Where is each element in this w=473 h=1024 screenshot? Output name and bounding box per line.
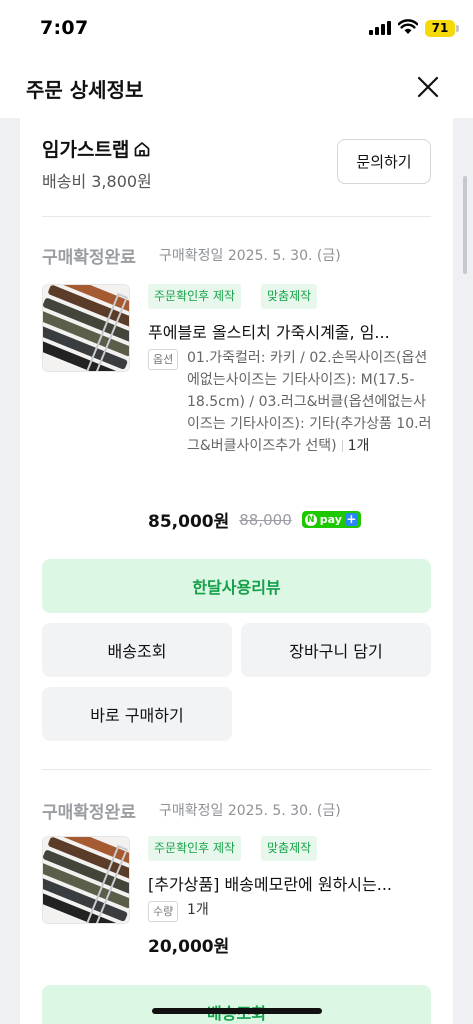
home-indicator	[152, 1008, 322, 1014]
seller-name[interactable]: 임가스트랩	[42, 135, 151, 162]
badge-custom: 맞춤제작	[261, 284, 318, 309]
add-to-cart-button[interactable]: 장바구니 담기	[241, 623, 431, 677]
badge-custom: 맞춤제작	[261, 836, 318, 861]
home-icon	[135, 141, 150, 156]
divider	[42, 216, 431, 217]
order-status: 구매확정완료	[42, 803, 136, 823]
confirm-date: 구매확정일 2025. 5. 30. (금)	[159, 248, 341, 264]
product-name[interactable]: [추가상품] 배송메모란에 원하시는...	[148, 871, 433, 895]
badge-made-to-order: 주문확인후 제작	[148, 284, 242, 309]
naver-n-icon: N	[304, 513, 317, 526]
monthly-review-button[interactable]: 한달사용리뷰	[42, 559, 431, 613]
quantity-tag: 수량	[148, 901, 179, 922]
original-price: 88,000	[239, 510, 292, 529]
price-row: 20,000원	[148, 932, 229, 957]
status-bar: 7:07 71	[0, 0, 473, 58]
buy-again-button[interactable]: 바로 구매하기	[42, 687, 232, 741]
option-details: 01.가죽컬러: 카키 / 02.손목사이즈(옵션에없는사이즈는 기타사이즈):…	[187, 347, 435, 457]
option-text: 01.가죽컬러: 카키 / 02.손목사이즈(옵션에없는사이즈는 기타사이즈):…	[187, 350, 432, 454]
cellular-signal-icon	[369, 21, 391, 35]
modal-header: 주문 상세정보	[0, 58, 473, 118]
watch-strap-image	[43, 837, 129, 923]
inquiry-button[interactable]: 문의하기	[337, 139, 431, 184]
naver-pay-badge: N pay +	[301, 511, 361, 528]
price: 20,000원	[148, 937, 230, 957]
plus-icon: +	[344, 512, 358, 526]
scrollbar[interactable]	[463, 176, 467, 274]
order-card: 임가스트랩 배송비 3,800원 문의하기 구매확정완료 구매확정일 2025.…	[20, 118, 453, 1024]
price: 85,000원	[148, 512, 230, 532]
shipping-fee: 배송비 3,800원	[42, 172, 152, 191]
price-row: 85,000원 88,000 N pay +	[148, 507, 361, 532]
quantity: 1개	[187, 902, 209, 918]
badge-made-to-order: 주문확인후 제작	[148, 836, 242, 861]
status-time: 7:07	[40, 17, 89, 39]
battery-tip	[456, 25, 459, 32]
product-thumbnail[interactable]	[42, 284, 130, 372]
track-delivery-button[interactable]: 배송조회	[42, 623, 232, 677]
npay-label: pay	[319, 513, 342, 526]
close-icon	[417, 76, 439, 98]
close-button[interactable]	[410, 69, 446, 105]
watch-strap-image	[43, 285, 129, 371]
wifi-icon	[398, 19, 418, 34]
confirm-date: 구매확정일 2025. 5. 30. (금)	[159, 803, 341, 819]
quantity: 1개	[347, 438, 370, 454]
product-thumbnail[interactable]	[42, 836, 130, 924]
order-status: 구매확정완료	[42, 248, 136, 268]
product-name[interactable]: 푸에블로 올스티치 가죽시계줄, 임...	[148, 319, 433, 343]
divider	[42, 769, 431, 770]
option-tag: 옵션	[148, 349, 179, 370]
page-title: 주문 상세정보	[26, 78, 144, 102]
track-delivery-button[interactable]: 배송조회	[42, 985, 431, 1024]
seller-name-label: 임가스트랩	[42, 139, 130, 161]
battery-indicator: 71	[425, 20, 455, 37]
separator	[341, 440, 343, 452]
